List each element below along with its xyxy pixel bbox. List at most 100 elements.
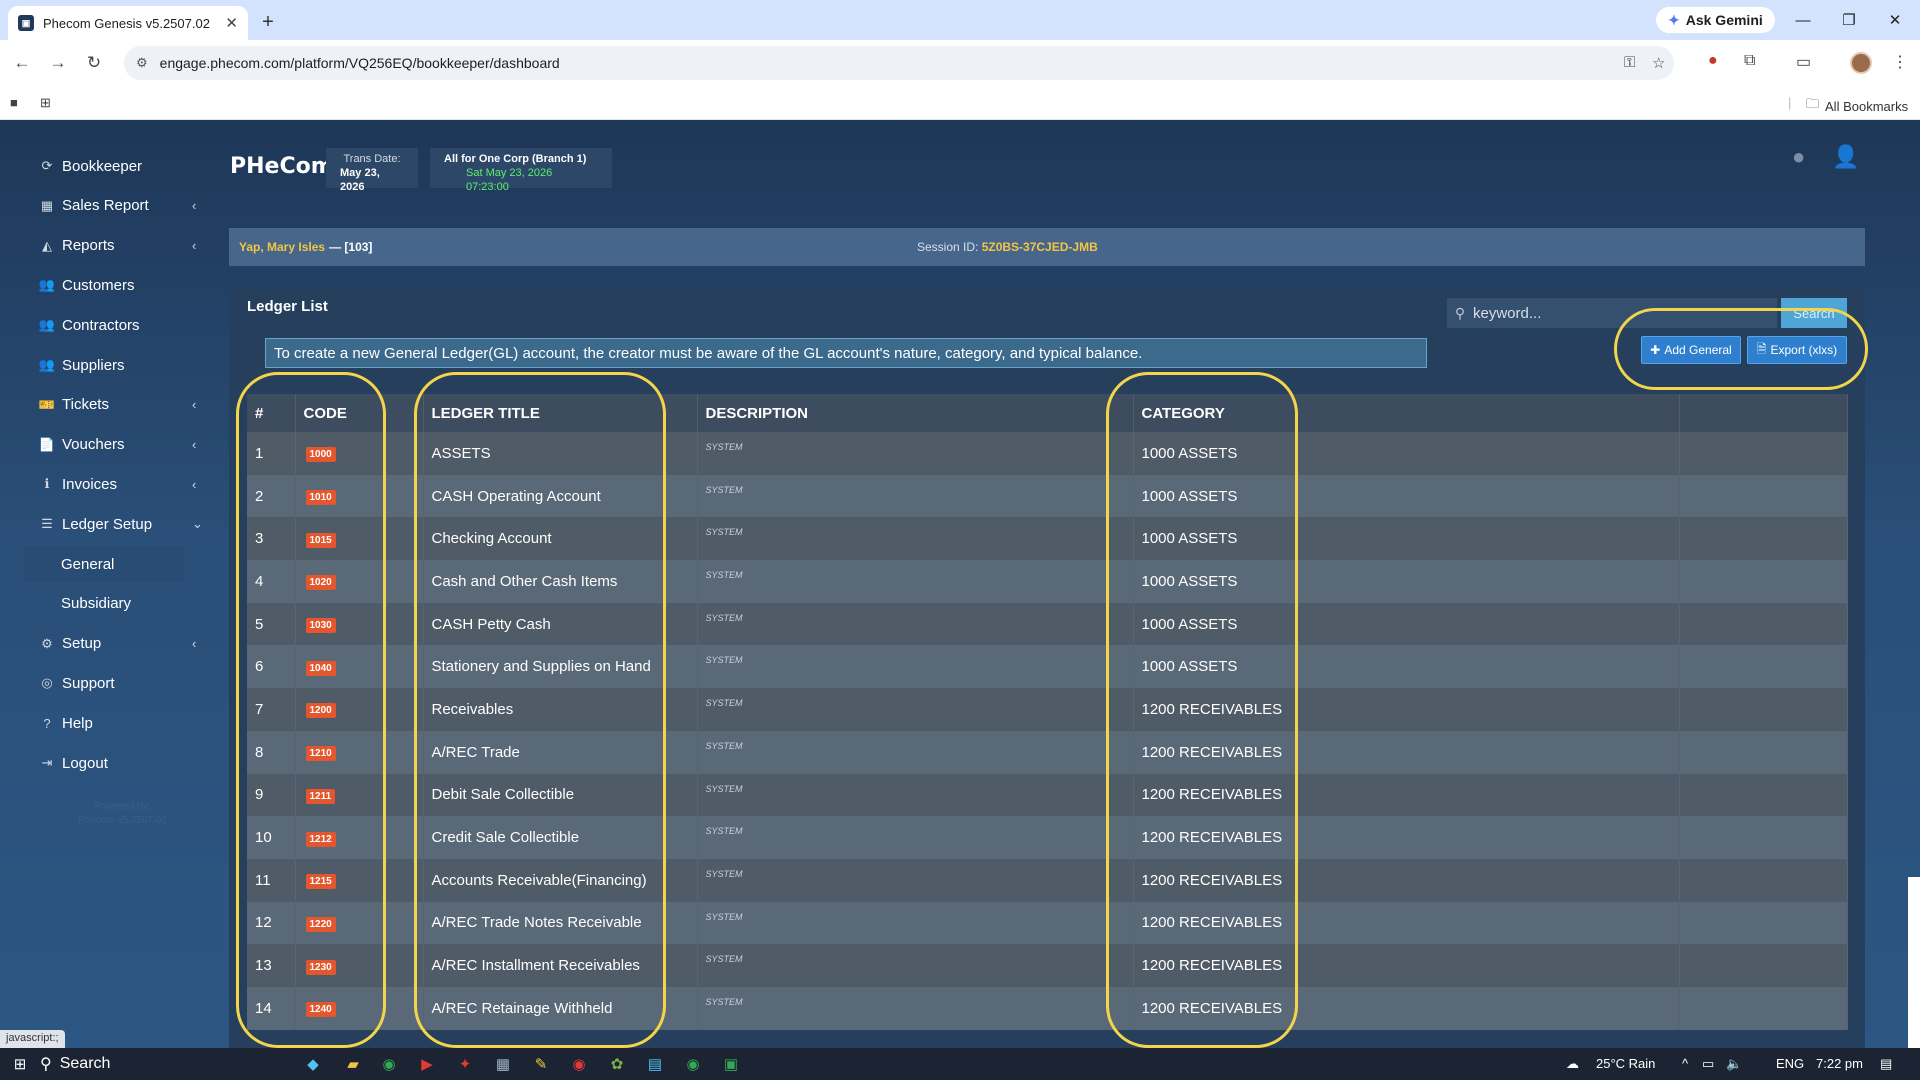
- windows-start-icon[interactable]: ⊞: [8, 1052, 32, 1076]
- new-tab-button[interactable]: +: [254, 8, 282, 36]
- table-row[interactable]: 1 1000 ASSETS SYSTEM 1000 ASSETS: [247, 432, 1848, 475]
- code-badge[interactable]: 1015: [305, 532, 336, 548]
- col-header-code[interactable]: CODE: [295, 394, 424, 432]
- sidebar-subitem-general[interactable]: General: [24, 546, 184, 582]
- table-row[interactable]: 2 1010 CASH Operating Account SYSTEM 1000 AS…: [247, 474, 1848, 518]
- reload-icon[interactable]: ↻: [80, 49, 108, 77]
- sidebar-item-suppliers[interactable]: 👥 Suppliers: [36, 347, 206, 383]
- export-xlsx-button[interactable]: 🗎 Export (xlxs): [1747, 336, 1847, 364]
- apps-grid-icon[interactable]: ⊞: [40, 95, 51, 111]
- table-row[interactable]: 6 1040 Stationery and Supplies on Hand SYST…: [247, 645, 1848, 689]
- notepad-icon[interactable]: ▤: [642, 1052, 668, 1076]
- table-row[interactable]: 10 1212 Credit Sale Collectible SYSTEM 1200 …: [247, 816, 1848, 859]
- excel-icon[interactable]: ▣: [718, 1052, 744, 1076]
- extension-icon[interactable]: ●: [1708, 52, 1718, 70]
- profile-avatar[interactable]: [1850, 52, 1872, 74]
- network-icon[interactable]: ▭: [1702, 1056, 1714, 1072]
- youtube-icon[interactable]: ▶: [414, 1052, 440, 1076]
- app-icon[interactable]: ✎: [528, 1052, 554, 1076]
- code-badge[interactable]: 1240: [305, 1002, 336, 1018]
- code-badge[interactable]: 1215: [305, 874, 336, 890]
- col-header-description[interactable]: DESCRIPTION: [697, 394, 1134, 432]
- notifications-icon[interactable]: ▤: [1880, 1056, 1892, 1072]
- code-badge[interactable]: 1212: [305, 831, 336, 847]
- minimize-icon[interactable]: —: [1780, 0, 1826, 40]
- weather-text[interactable]: 25°C Rain: [1596, 1056, 1655, 1071]
- table-row[interactable]: 12 1220 A/REC Trade Notes Receivable SYSTEM…: [247, 901, 1848, 945]
- code-badge[interactable]: 1010: [305, 490, 336, 506]
- code-badge[interactable]: 1030: [305, 618, 336, 634]
- tray-chevron-icon[interactable]: ^: [1682, 1056, 1688, 1071]
- sidebar-item-reports[interactable]: ◭ Reports ‹: [36, 228, 206, 264]
- sidebar-item-setup[interactable]: ⚙ Setup ‹: [36, 626, 206, 662]
- volume-icon[interactable]: 🔈: [1726, 1056, 1742, 1072]
- code-badge[interactable]: 1220: [305, 916, 336, 932]
- page-scrollbar[interactable]: [1908, 877, 1920, 1048]
- back-icon[interactable]: ←: [8, 49, 36, 77]
- bookmark-star-icon[interactable]: ☆: [1652, 54, 1665, 72]
- chrome-active-icon[interactable]: ◉: [680, 1052, 706, 1076]
- col-header-num[interactable]: #: [247, 394, 296, 432]
- language-indicator[interactable]: ENG: [1776, 1056, 1804, 1071]
- code-badge[interactable]: 1000: [305, 447, 336, 463]
- calculator-icon[interactable]: ▦: [490, 1052, 516, 1076]
- chrome-icon[interactable]: ◉: [376, 1052, 402, 1076]
- code-badge[interactable]: 1020: [305, 575, 336, 591]
- code-badge[interactable]: 1230: [305, 959, 336, 975]
- code-badge[interactable]: 1210: [305, 746, 336, 762]
- address-bar[interactable]: ⚙ engage.phecom.com/platform/VQ256EQ/boo…: [124, 46, 1674, 80]
- search-input[interactable]: [1473, 298, 1777, 328]
- code-badge[interactable]: 1200: [305, 703, 336, 719]
- all-bookmarks-button[interactable]: 🗀 All Bookmarks: [1806, 95, 1908, 117]
- add-general-button[interactable]: ✚ Add General: [1641, 336, 1741, 364]
- table-row[interactable]: 3 1015 Checking Account SYSTEM 1000 ASSETS: [247, 517, 1848, 561]
- file-explorer-icon[interactable]: ▰: [340, 1052, 366, 1076]
- clock[interactable]: 7:22 pm: [1816, 1056, 1863, 1071]
- restore-icon[interactable]: ❐: [1826, 0, 1872, 40]
- close-tab-icon[interactable]: ✕: [225, 14, 238, 32]
- sidebar-item-support[interactable]: ◎ Support: [36, 665, 206, 701]
- taskbar-search[interactable]: ⚲ Search: [40, 1050, 280, 1078]
- sidebar-item-vouchers[interactable]: 📄 Vouchers ‹: [36, 427, 206, 463]
- site-info-icon[interactable]: ⚙: [136, 55, 148, 71]
- sidebar-item-customers[interactable]: 👥 Customers: [36, 267, 206, 303]
- sidebar-subitem-subsidiary[interactable]: Subsidiary: [24, 586, 184, 622]
- sidebar-item-tickets[interactable]: 🎫 Tickets ‹: [36, 387, 206, 423]
- copilot-icon[interactable]: ◆: [300, 1052, 326, 1076]
- app-icon[interactable]: ◉: [566, 1052, 592, 1076]
- ask-gemini-button[interactable]: ✦ Ask Gemini: [1656, 7, 1775, 33]
- browser-tab[interactable]: ▣ Phecom Genesis v5.2507.02 ✕: [8, 6, 248, 40]
- stop-icon[interactable]: ■: [10, 95, 18, 110]
- sidebar-item-bookkeeper[interactable]: ⟳ Bookkeeper: [36, 148, 206, 184]
- table-row[interactable]: 11 1215 Accounts Receivable(Financing) SYST…: [247, 858, 1848, 902]
- table-row[interactable]: 5 1030 CASH Petty Cash SYSTEM 1000 ASSETS: [247, 602, 1848, 646]
- menu-kebab-icon[interactable]: ⋮: [1892, 52, 1908, 72]
- table-row[interactable]: 13 1230 A/REC Installment Receivables SYSTE…: [247, 944, 1848, 987]
- code-badge[interactable]: 1040: [305, 660, 336, 676]
- table-row[interactable]: 14 1240 A/REC Retainage Withheld SYSTEM 1200…: [247, 986, 1848, 1030]
- sidebar-item-invoices[interactable]: ℹ Invoices ‹: [36, 466, 206, 502]
- table-row[interactable]: 8 1210 A/REC Trade SYSTEM 1200 RECEIVABLES: [247, 730, 1848, 774]
- weather-icon[interactable]: ☁: [1566, 1056, 1579, 1072]
- extensions-puzzle-icon[interactable]: ⧉: [1744, 52, 1755, 70]
- sidebar-item-contractors[interactable]: 👥 Contractors: [36, 307, 206, 343]
- sidebar-item-sales-report[interactable]: ▦ Sales Report ‹: [36, 188, 206, 224]
- close-window-icon[interactable]: ✕: [1872, 0, 1918, 40]
- app-icon[interactable]: ✿: [604, 1052, 630, 1076]
- sidebar-item-help[interactable]: ? Help: [36, 705, 206, 741]
- sidebar-item-logout[interactable]: ⇥ Logout: [36, 745, 206, 781]
- table-row[interactable]: 9 1211 Debit Sale Collectible SYSTEM 1200 RE…: [247, 773, 1848, 817]
- search-button[interactable]: Search: [1781, 298, 1847, 328]
- col-header-category[interactable]: CATEGORY: [1133, 394, 1680, 432]
- table-row[interactable]: 4 1020 Cash and Other Cash Items SYSTEM 1000…: [247, 560, 1848, 603]
- user-icon[interactable]: 👤: [1832, 144, 1859, 170]
- forward-icon[interactable]: →: [44, 49, 72, 77]
- col-header-title[interactable]: LEDGER TITLE: [423, 394, 698, 432]
- sidebar-item-ledger-setup[interactable]: ☰ Ledger Setup ⌄: [36, 506, 206, 542]
- code-badge[interactable]: 1211: [305, 788, 336, 804]
- table-row[interactable]: 7 1200 Receivables SYSTEM 1200 RECEIVABLES: [247, 688, 1848, 731]
- app-icon[interactable]: ✦: [452, 1052, 478, 1076]
- globe-icon[interactable]: ●: [1792, 144, 1805, 170]
- cast-icon[interactable]: ▭: [1796, 52, 1811, 72]
- password-key-icon[interactable]: ⚿: [1624, 54, 1635, 71]
